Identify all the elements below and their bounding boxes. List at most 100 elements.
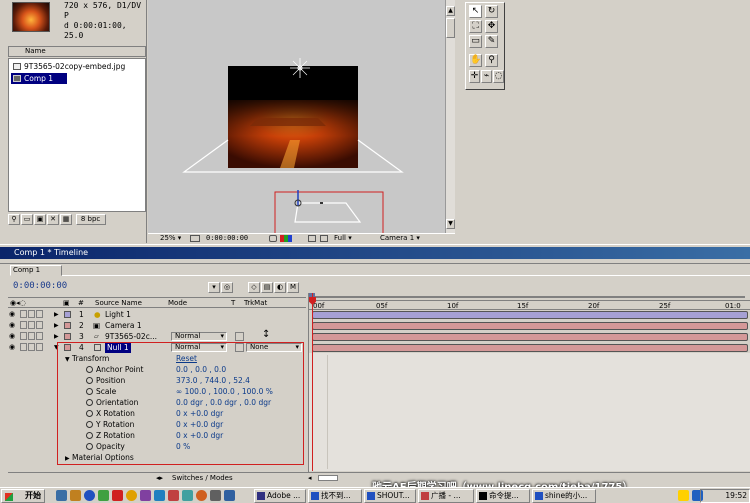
mode-header[interactable]: Mode [168, 298, 187, 308]
layer-name[interactable]: Light 1 [105, 309, 131, 320]
rotation-tool-icon[interactable]: ↻ [485, 5, 498, 18]
source-name-header[interactable]: Source Name [95, 298, 142, 308]
quicklaunch-icon[interactable] [168, 490, 179, 501]
expand-arrow-icon[interactable]: ▶ [54, 309, 59, 320]
eye-icon[interactable]: ◉ [9, 333, 17, 340]
pen-tool-icon[interactable]: ✎ [485, 35, 498, 48]
frame-blend-icon[interactable]: ▤ [261, 282, 273, 293]
tab-comp-1[interactable]: Comp 1 [10, 265, 62, 276]
label-color-swatch[interactable] [64, 322, 71, 329]
clock[interactable]: 19:52 [725, 491, 747, 500]
quicklaunch-icon[interactable] [154, 490, 165, 501]
project-column-header[interactable]: Name [8, 46, 146, 57]
viewer-timecode[interactable]: 0:00:00:00 [206, 234, 248, 243]
channel-blue-icon[interactable] [288, 235, 292, 242]
scroll-thumb[interactable] [446, 18, 455, 38]
motion-blur-icon[interactable]: ◐ [274, 282, 286, 293]
preserve-transparency-checkbox[interactable] [235, 332, 244, 341]
current-time-indicator[interactable] [312, 293, 313, 471]
region-icon[interactable] [308, 235, 316, 242]
camera-dropdown[interactable]: Camera 1 ▾ [380, 234, 420, 243]
quicklaunch-icon[interactable] [98, 490, 109, 501]
expand-panes-icon[interactable]: ◂▸ [156, 473, 163, 483]
hand-tool-icon[interactable]: ✋ [469, 54, 482, 67]
task-shine[interactable]: shine的小... [532, 489, 596, 503]
label-color-swatch[interactable] [64, 311, 71, 318]
snapshot-icon[interactable] [269, 235, 277, 242]
eye-icon[interactable]: ◉ [9, 344, 17, 351]
trkmat-header[interactable]: TrkMat [244, 298, 267, 308]
draft-3d-icon[interactable]: ◇ [248, 282, 260, 293]
layer-row[interactable]: ◉ ▶ 1 ● Light 1 [8, 309, 306, 320]
audio-switch[interactable] [20, 343, 27, 351]
project-item-footage[interactable]: 9T3565-02copy-embed.jpg [11, 61, 144, 72]
orbit-camera-tool-icon[interactable]: ⛶ [469, 20, 482, 33]
scroll-down-icon[interactable]: ▼ [446, 219, 455, 229]
zoom-dropdown[interactable]: 25% ▾ [160, 234, 181, 243]
explorer-icon[interactable] [70, 490, 81, 501]
work-area-bar[interactable] [309, 293, 750, 301]
task-adobe[interactable]: Adobe ... [254, 489, 306, 503]
audio-switch[interactable] [20, 332, 27, 340]
flowchart-icon[interactable]: ▦ [60, 214, 72, 225]
start-button[interactable]: 开始 [1, 489, 45, 503]
work-area-track[interactable] [315, 296, 745, 298]
comp-marker-icon[interactable]: ▾ [208, 282, 220, 293]
transparency-grid-icon[interactable] [320, 235, 328, 242]
tray-icon[interactable] [678, 490, 689, 501]
task-shout[interactable]: SHOUT... [364, 489, 416, 503]
track-xy-camera-tool-icon[interactable]: ✥ [485, 20, 498, 33]
solo-switch[interactable] [28, 321, 35, 329]
viewer-scrollbar[interactable]: ▲ ▼ [445, 0, 455, 233]
lock-switch[interactable] [36, 310, 43, 318]
lock-switch[interactable] [36, 343, 43, 351]
timeline-titlebar[interactable]: Comp 1 * Timeline [0, 247, 750, 259]
quicklaunch-icon[interactable] [126, 490, 137, 501]
expand-arrow-icon[interactable]: ▶ [54, 331, 59, 342]
graph-editor-icon[interactable]: M [287, 282, 299, 293]
quicklaunch-icon[interactable] [112, 490, 123, 501]
viewer-canvas[interactable] [148, 0, 445, 233]
layer-bar-light[interactable] [312, 311, 748, 319]
quicklaunch-icon[interactable] [224, 490, 235, 501]
project-item-comp[interactable]: Comp 1 [11, 73, 67, 84]
zoom-tool-icon[interactable]: ⚲ [485, 54, 498, 67]
new-comp-icon[interactable]: ▣ [34, 214, 46, 225]
ie-icon[interactable] [84, 490, 95, 501]
composition-viewer[interactable]: ▲ ▼ 25% ▾ 0:00:00:00 Full ▾ Camera 1 ▾ [148, 0, 455, 243]
layer-bar-footage[interactable] [312, 333, 748, 341]
mode-dropdown[interactable]: Normal ▾ [171, 332, 227, 341]
new-folder-icon[interactable]: ▭ [21, 214, 33, 225]
show-desktop-icon[interactable] [56, 490, 67, 501]
zoom-out-icon[interactable]: ◂ [308, 473, 312, 483]
brush-tool-icon[interactable]: ◌ [493, 70, 504, 83]
audio-switch[interactable] [20, 321, 27, 329]
eye-icon[interactable]: ◉ [9, 322, 17, 329]
layer-bar-camera[interactable] [312, 322, 748, 330]
current-time-display[interactable]: 0:00:00:00 [13, 281, 67, 291]
trash-icon[interactable]: ✕ [47, 214, 59, 225]
safe-zones-icon[interactable] [190, 235, 200, 242]
solo-switch[interactable] [28, 332, 35, 340]
live-update-icon[interactable]: ◎ [221, 282, 233, 293]
mask-tool-icon[interactable]: ▭ [469, 35, 482, 48]
find-icon[interactable]: ⚲ [8, 214, 20, 225]
layer-name[interactable]: Camera 1 [105, 320, 142, 331]
time-zoom-slider[interactable] [318, 475, 338, 481]
bit-depth-button[interactable]: 8 bpc [75, 214, 106, 225]
quicklaunch-icon[interactable] [210, 490, 221, 501]
quicklaunch-icon[interactable] [182, 490, 193, 501]
task-broadcast[interactable]: 广播 - ... [418, 489, 474, 503]
label-color-swatch[interactable] [64, 333, 71, 340]
eye-icon[interactable]: ◉ [9, 311, 17, 318]
quicklaunch-icon[interactable] [196, 490, 207, 501]
lock-switch[interactable] [36, 321, 43, 329]
resolution-dropdown[interactable]: Full ▾ [334, 234, 352, 243]
selection-tool-icon[interactable]: ↖ [469, 5, 482, 18]
scroll-up-icon[interactable]: ▲ [446, 6, 455, 16]
solo-switch[interactable] [28, 343, 35, 351]
task-browser[interactable]: 找不到... [308, 489, 362, 503]
solo-switch[interactable] [28, 310, 35, 318]
task-cmd[interactable]: 命令提... [476, 489, 530, 503]
quicklaunch-icon[interactable] [140, 490, 151, 501]
